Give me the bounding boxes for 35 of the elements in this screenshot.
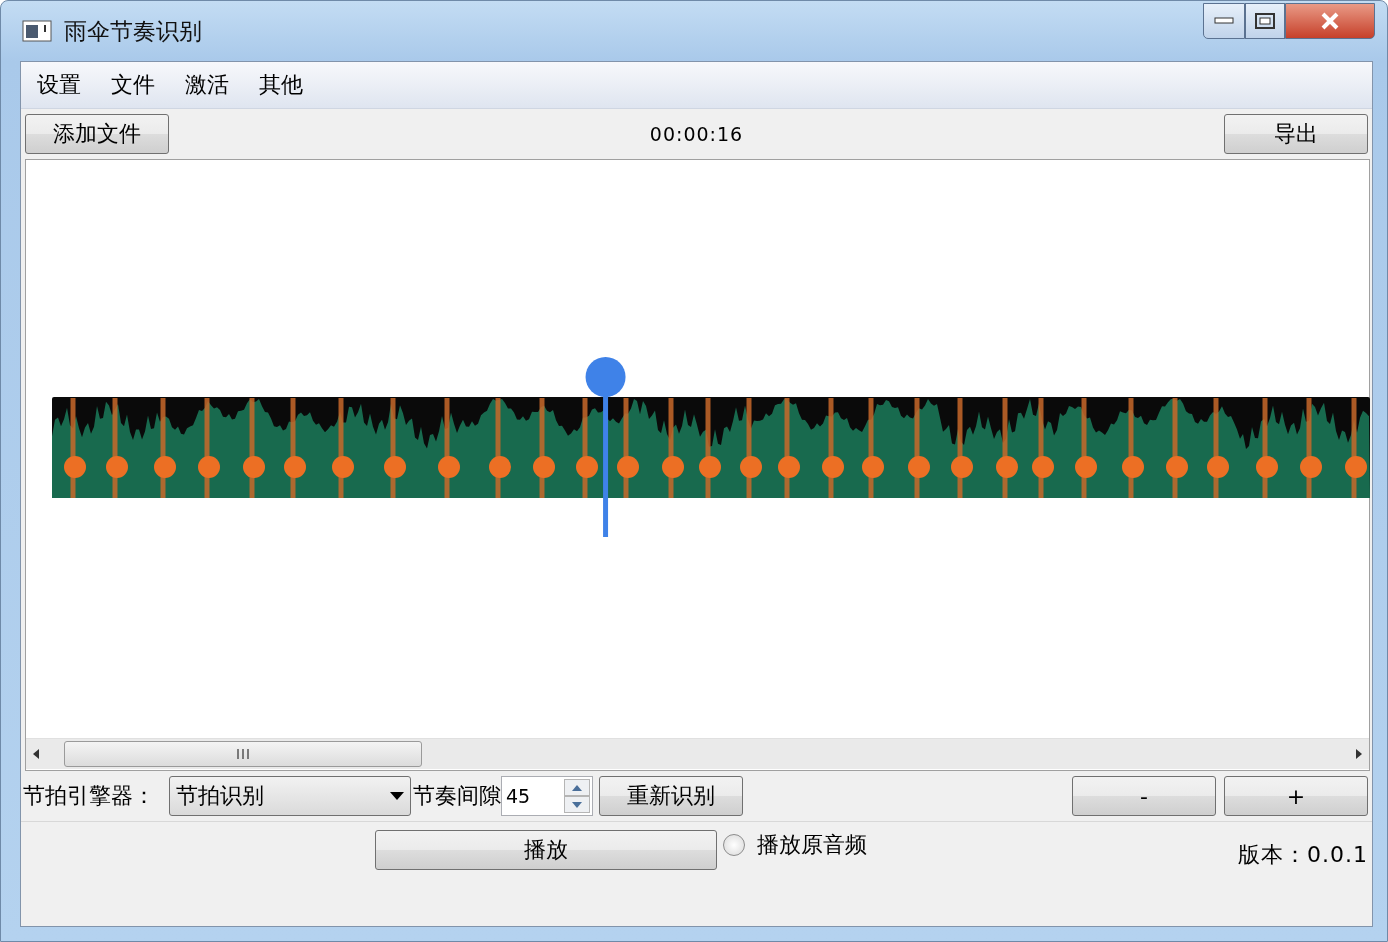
add-file-button[interactable]: 添加文件 xyxy=(25,114,169,154)
maximize-button[interactable] xyxy=(1245,3,1285,39)
original-audio-label[interactable]: 播放原音频 xyxy=(757,830,867,860)
menu-item[interactable]: 其他 xyxy=(259,70,303,100)
playhead-marker[interactable] xyxy=(585,357,626,537)
interval-label: 节奏间隙 xyxy=(413,782,501,810)
grip-icon xyxy=(236,749,250,759)
minimize-icon xyxy=(1214,17,1234,25)
version-label: 版本：0.0.1 xyxy=(1238,841,1368,869)
export-button[interactable]: 导出 xyxy=(1224,114,1368,154)
horizontal-scrollbar[interactable] xyxy=(26,738,1369,769)
engine-dropdown[interactable]: 节拍识别 xyxy=(169,776,411,816)
menu-item[interactable]: 激活 xyxy=(185,70,229,100)
menu-item[interactable]: 文件 xyxy=(111,70,155,100)
redetect-button[interactable]: 重新识别 xyxy=(599,776,743,816)
down-arrow-icon xyxy=(572,801,582,808)
window-title: 雨伞节奏识别 xyxy=(64,16,203,46)
spin-down-button[interactable] xyxy=(564,796,590,813)
interval-spinbox[interactable]: 45 xyxy=(501,776,593,816)
close-icon xyxy=(1320,12,1340,30)
scrollbar-thumb[interactable] xyxy=(64,741,422,767)
time-display: 00:00:16 xyxy=(649,123,744,145)
close-button[interactable] xyxy=(1285,3,1375,39)
maximize-icon xyxy=(1255,13,1275,29)
spin-up-button[interactable] xyxy=(564,779,590,796)
zoom-out-button[interactable]: - xyxy=(1072,776,1216,816)
engine-label: 节拍引擎器： xyxy=(23,782,155,810)
radio-button[interactable] xyxy=(723,834,745,856)
up-arrow-icon xyxy=(572,784,582,791)
minimize-button[interactable] xyxy=(1203,3,1245,39)
dropdown-caret-icon xyxy=(390,792,404,800)
play-button[interactable]: 播放 xyxy=(375,830,717,870)
menu-item[interactable]: 设置 xyxy=(37,70,81,100)
window-icon xyxy=(22,20,52,42)
zoom-in-button[interactable]: + xyxy=(1224,776,1368,816)
